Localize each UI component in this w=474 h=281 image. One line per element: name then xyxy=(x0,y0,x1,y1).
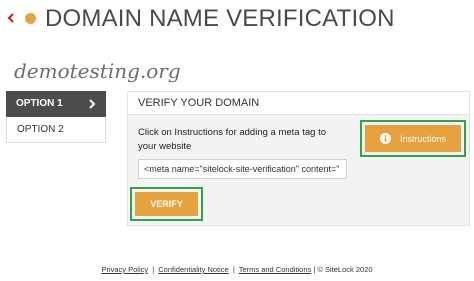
panel-description: Click on Instructions for adding a meta … xyxy=(138,127,326,152)
verify-panel: VERIFY YOUR DOMAIN Click on Instructions… xyxy=(127,91,470,226)
sidebar-item-label: OPTION 2 xyxy=(17,124,64,135)
footer: Privacy Policy | Confidentiality Notice … xyxy=(0,265,474,274)
verify-button[interactable]: VERIFY xyxy=(135,192,198,216)
page-header: DOMAIN NAME VERIFICATION xyxy=(0,0,474,40)
meta-tag-field[interactable] xyxy=(138,159,347,179)
page-title: DOMAIN NAME VERIFICATION xyxy=(45,5,395,32)
sidebar-item-option-2[interactable]: OPTION 2 xyxy=(6,117,106,143)
sidebar: OPTION 1 OPTION 2 xyxy=(6,91,106,143)
sidebar-item-label: OPTION 1 xyxy=(16,98,63,109)
instructions-button[interactable]: Instructions xyxy=(365,125,461,152)
chevron-right-icon xyxy=(89,99,96,109)
copyright-text: | © SiteLock 2020 xyxy=(313,265,373,274)
info-icon xyxy=(379,133,391,144)
footer-separator: | xyxy=(232,265,235,274)
sidebar-item-option-1[interactable]: OPTION 1 xyxy=(6,91,106,117)
title-dot xyxy=(25,13,36,24)
footer-separator: | xyxy=(152,265,155,274)
chevron-left-icon[interactable] xyxy=(4,10,18,26)
panel-title: VERIFY YOUR DOMAIN xyxy=(128,92,469,115)
confidentiality-notice-link[interactable]: Confidentiality Notice xyxy=(158,265,228,274)
privacy-policy-link[interactable]: Privacy Policy xyxy=(101,265,148,274)
domain-name: demotesting.org xyxy=(14,59,181,83)
instructions-label: Instructions xyxy=(399,133,447,144)
terms-link[interactable]: Terms and Conditions xyxy=(239,265,312,274)
